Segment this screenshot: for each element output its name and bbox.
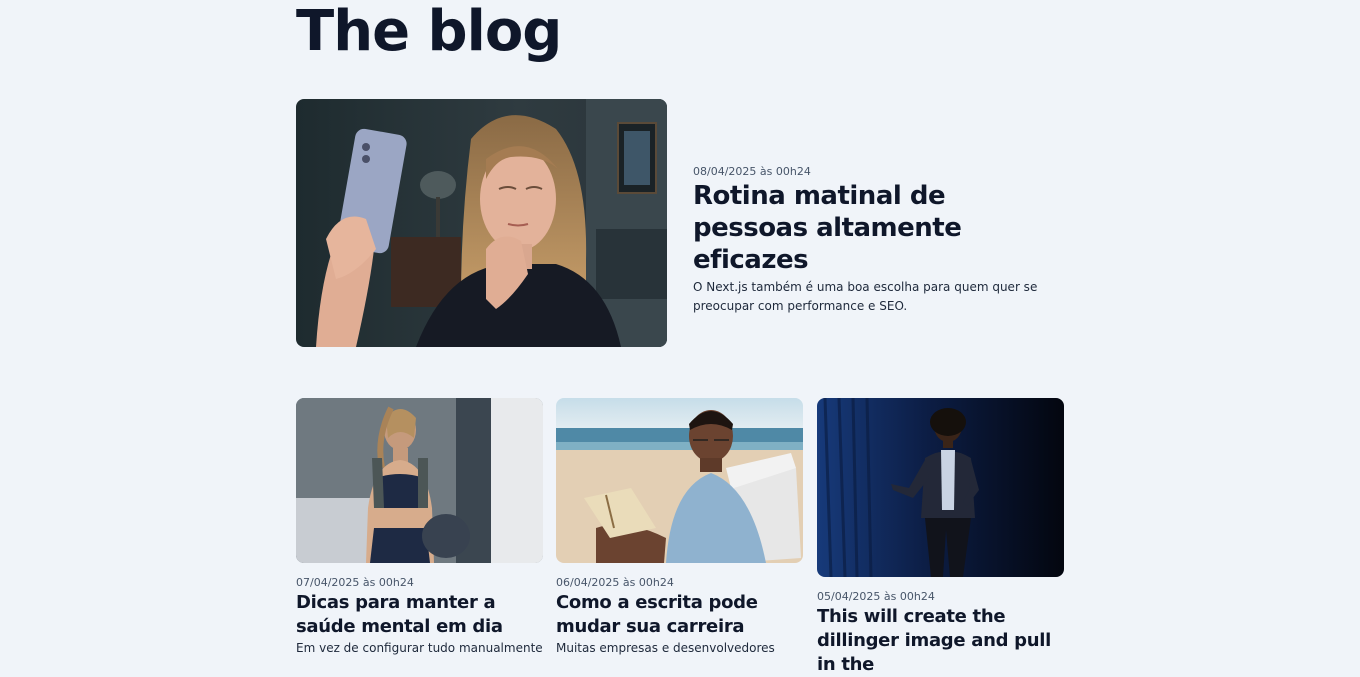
- stage-speaker-photo: [817, 398, 1064, 577]
- post-card-date: 06/04/2025 às 00h24: [556, 576, 674, 589]
- post-card-title[interactable]: This will create the dillinger image and…: [817, 605, 1064, 677]
- post-card-excerpt: Muitas empresas e desenvolvedores: [556, 641, 775, 655]
- post-card-title[interactable]: Dicas para manter a saúde mental em dia: [296, 591, 543, 639]
- fitness-photo: [296, 398, 543, 563]
- post-card-image[interactable]: [296, 398, 543, 563]
- post-card-date: 05/04/2025 às 00h24: [817, 590, 935, 603]
- featured-post-image[interactable]: [296, 99, 667, 347]
- featured-post-date: 08/04/2025 às 00h24: [693, 165, 811, 178]
- post-card: 07/04/2025 às 00h24 Dicas para manter a …: [296, 398, 543, 658]
- featured-post-excerpt: O Next.js também é uma boa escolha para …: [693, 280, 1038, 313]
- post-card: 06/04/2025 às 00h24 Como a escrita pode …: [556, 398, 803, 658]
- beach-reading-photo: [556, 398, 803, 563]
- featured-post-title[interactable]: Rotina matinal de pessoas altamente efic…: [693, 180, 1064, 276]
- post-card-image[interactable]: [556, 398, 803, 563]
- post-card: 05/04/2025 às 00h24 This will create the…: [817, 398, 1064, 677]
- post-card-date: 07/04/2025 às 00h24: [296, 576, 414, 589]
- page-title: The blog: [296, 0, 562, 64]
- post-card-title[interactable]: Como a escrita pode mudar sua carreira: [556, 591, 803, 639]
- post-card-excerpt: Em vez de configurar tudo manualmente: [296, 641, 543, 655]
- post-card-image[interactable]: [817, 398, 1064, 577]
- featured-photo: [296, 99, 667, 347]
- featured-post: 08/04/2025 às 00h24 Rotina matinal de pe…: [693, 165, 1064, 316]
